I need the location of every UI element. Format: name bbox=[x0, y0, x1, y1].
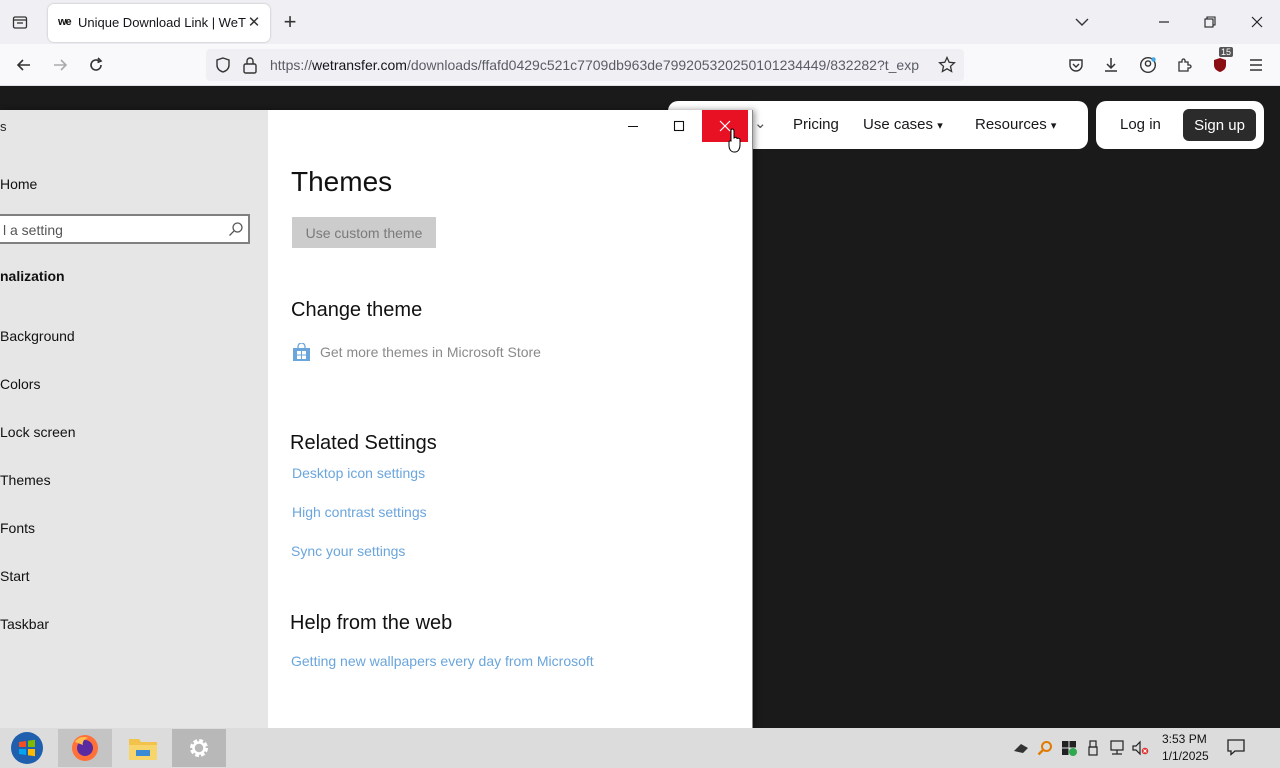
sidebar-item-background[interactable]: Background bbox=[0, 328, 75, 344]
microsoft-store-icon bbox=[292, 342, 311, 362]
taskbar-file-explorer[interactable] bbox=[116, 729, 170, 767]
pocket-icon[interactable] bbox=[1063, 52, 1089, 78]
url-domain: wetransfer.com bbox=[312, 57, 407, 73]
browser-minimize-icon[interactable] bbox=[1150, 8, 1178, 36]
taskbar: 3:53 PM 1/1/2025 bbox=[0, 728, 1280, 768]
sync-settings-link[interactable]: Sync your settings bbox=[291, 543, 405, 559]
tray-network-activity-icon[interactable] bbox=[1012, 739, 1030, 757]
windows-orb-icon bbox=[11, 732, 43, 764]
tray-security-shield-icon[interactable] bbox=[1060, 739, 1078, 757]
clock-date[interactable]: 1/1/2025 bbox=[1162, 749, 1209, 763]
account-icon[interactable] bbox=[1135, 52, 1161, 78]
url-text: https://wetransfer.com/downloads/ffafd04… bbox=[270, 57, 930, 73]
sidebar-section-header: nalization bbox=[0, 268, 65, 284]
page-title: Themes bbox=[291, 166, 393, 197]
browser-tab-active[interactable]: we Unique Download Link | WeTransfer ✕ bbox=[48, 4, 270, 42]
folder-icon bbox=[129, 739, 157, 760]
wallpapers-help-link[interactable]: Getting new wallpapers every day from Mi… bbox=[291, 653, 594, 669]
tab-close-icon[interactable]: ✕ bbox=[244, 12, 264, 32]
forward-arrow-icon[interactable] bbox=[46, 52, 74, 78]
sidebar-item-themes[interactable]: Themes bbox=[0, 472, 51, 488]
settings-maximize-icon[interactable] bbox=[656, 110, 702, 142]
chevron-down-icon: ▾ bbox=[1050, 120, 1057, 132]
address-bar[interactable]: https://wetransfer.com/downloads/ffafd04… bbox=[206, 49, 964, 81]
sidebar-home[interactable]: Home bbox=[0, 176, 37, 192]
settings-window: s Home l a setting nalization Background… bbox=[0, 110, 753, 728]
sidebar-item-lock-screen[interactable]: Lock screen bbox=[0, 424, 75, 440]
tracking-shield-icon[interactable] bbox=[214, 56, 232, 79]
browser-close-icon[interactable] bbox=[1243, 8, 1271, 36]
new-tab-plus-icon[interactable]: + bbox=[278, 9, 302, 34]
reload-icon[interactable] bbox=[82, 52, 110, 78]
change-theme-heading: Change theme bbox=[291, 299, 423, 321]
tray-volume-muted-icon[interactable] bbox=[1132, 739, 1150, 757]
taskbar-settings[interactable] bbox=[172, 729, 226, 767]
url-path: /downloads/ffafd0429c521c7709db963de7992… bbox=[406, 57, 919, 73]
nav-resources-link[interactable]: Resources ▾ bbox=[975, 116, 1056, 133]
sidebar-item-fonts[interactable]: Fonts bbox=[0, 520, 35, 536]
extensions-puzzle-icon[interactable] bbox=[1171, 52, 1197, 78]
settings-app-title: s bbox=[0, 119, 7, 134]
use-custom-theme-button[interactable]: Use custom theme bbox=[292, 217, 436, 248]
nav-use-cases-label: Use cases bbox=[863, 116, 934, 133]
start-button[interactable] bbox=[6, 729, 48, 767]
taskbar-firefox[interactable] bbox=[58, 729, 112, 767]
nav-use-cases-link[interactable]: Use cases ▾ bbox=[863, 116, 943, 133]
search-placeholder: l a setting bbox=[3, 222, 63, 238]
find-setting-input[interactable]: l a setting bbox=[0, 214, 250, 244]
tray-network-icon[interactable] bbox=[1108, 739, 1126, 757]
tab-list-icon[interactable] bbox=[6, 8, 34, 36]
browser-restore-icon[interactable] bbox=[1196, 8, 1224, 36]
chevron-down-icon[interactable] bbox=[1070, 10, 1094, 34]
wetransfer-favicon-icon: we bbox=[58, 16, 72, 28]
chevron-down-icon: ▾ bbox=[937, 120, 943, 132]
nav-pricing-link[interactable]: Pricing bbox=[793, 116, 839, 133]
downloads-icon[interactable] bbox=[1098, 52, 1124, 78]
clock-time[interactable]: 3:53 PM bbox=[1162, 732, 1207, 746]
browser-tab-bar: we Unique Download Link | WeTransfer ✕ + bbox=[0, 0, 1280, 44]
back-arrow-icon[interactable] bbox=[10, 52, 38, 78]
notifications-icon[interactable] bbox=[1226, 738, 1248, 758]
browser-nav-bar: https://wetransfer.com/downloads/ffafd04… bbox=[0, 44, 1280, 86]
tray-usb-device-icon[interactable] bbox=[1084, 739, 1102, 757]
nav-resources-label: Resources bbox=[975, 116, 1047, 133]
firefox-icon bbox=[72, 735, 98, 761]
related-settings-heading: Related Settings bbox=[290, 432, 437, 454]
lock-icon[interactable] bbox=[242, 56, 258, 79]
ublock-extension-icon[interactable]: 15 bbox=[1207, 47, 1234, 78]
gear-icon bbox=[190, 739, 208, 757]
hamburger-menu-icon[interactable] bbox=[1243, 52, 1269, 78]
settings-minimize-icon[interactable] bbox=[610, 110, 656, 142]
sidebar-item-taskbar[interactable]: Taskbar bbox=[0, 616, 49, 632]
auth-bar: Log in Sign up bbox=[1096, 101, 1264, 149]
signup-button[interactable]: Sign up bbox=[1183, 109, 1256, 141]
settings-sidebar: s Home l a setting nalization Background… bbox=[0, 110, 268, 728]
extension-badge: 15 bbox=[1219, 47, 1234, 57]
sidebar-item-start[interactable]: Start bbox=[0, 568, 30, 584]
nav-chevron-down-icon[interactable]: ⌄ bbox=[754, 114, 767, 132]
help-from-web-heading: Help from the web bbox=[290, 612, 453, 634]
tab-title: Unique Download Link | WeTransfer bbox=[78, 15, 246, 30]
tray-search-icon[interactable] bbox=[1036, 739, 1054, 757]
high-contrast-settings-link[interactable]: High contrast settings bbox=[292, 504, 427, 520]
search-icon bbox=[228, 221, 244, 237]
login-link[interactable]: Log in bbox=[1120, 116, 1161, 133]
bookmark-star-icon[interactable] bbox=[938, 55, 956, 79]
desktop-icon-settings-link[interactable]: Desktop icon settings bbox=[292, 465, 425, 481]
microsoft-store-link[interactable]: Get more themes in Microsoft Store bbox=[320, 344, 541, 360]
url-prefix: https:// bbox=[270, 57, 313, 73]
sidebar-item-colors[interactable]: Colors bbox=[0, 376, 40, 392]
mouse-pointer-icon bbox=[728, 128, 742, 159]
